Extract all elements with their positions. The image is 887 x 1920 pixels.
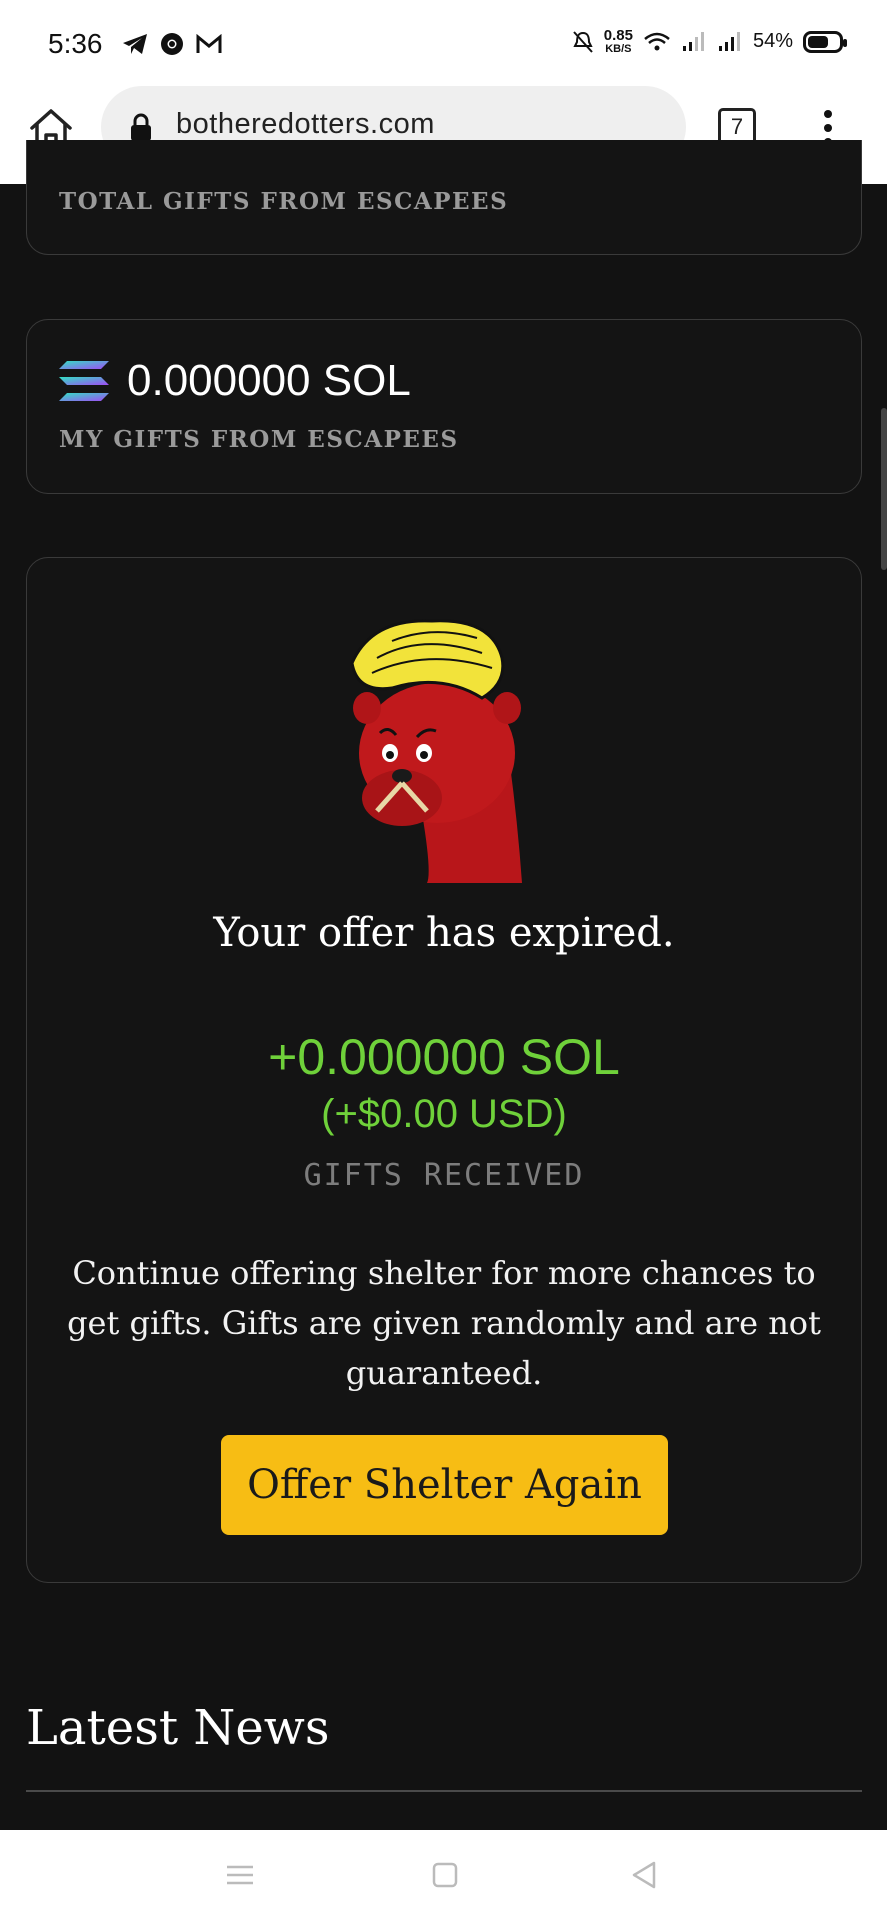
news-divider [26, 1790, 862, 1792]
battery-percent: 54% [752, 30, 793, 52]
offer-status-title: Your offer has expired. [213, 910, 675, 956]
net-speed-unit: KB/S [605, 43, 632, 55]
my-gifts-amount-row: 0.000000 SOL [57, 356, 411, 406]
back-icon[interactable] [628, 1860, 662, 1890]
chrome-icon [161, 33, 183, 55]
signal-icon-2 [718, 31, 740, 51]
gifts-received-label: GIFTS RECEIVED [303, 1158, 585, 1193]
offer-status-card: Your offer has expired. +0.000000 SOL (+… [26, 557, 862, 1583]
gmail-icon [196, 34, 222, 53]
signal-icon-1 [682, 31, 704, 51]
mute-bell-icon [573, 30, 593, 53]
status-right: 0.85 KB/S 54% [572, 28, 847, 55]
url-text: botheredotters.com [176, 108, 435, 140]
offer-shelter-again-button[interactable]: Offer Shelter Again [221, 1435, 668, 1535]
recents-menu-icon[interactable] [223, 1860, 257, 1890]
lock-icon [131, 113, 151, 141]
notification-icons [122, 32, 222, 56]
total-gifts-label: TOTAL GIFTS FROM ESCAPEES [59, 188, 509, 215]
otter-mascot-image [350, 619, 522, 883]
status-bar: 5:36 0.85 KB/S 54% [0, 0, 887, 86]
net-speed: 0.85 KB/S [604, 28, 633, 55]
gift-usd-amount: (+$0.00 USD) [321, 1092, 567, 1136]
battery-icon [803, 30, 847, 53]
my-gifts-label: MY GIFTS FROM ESCAPEES [59, 426, 459, 453]
offer-description: Continue offering shelter for more chanc… [67, 1254, 821, 1392]
latest-news-heading: Latest News [26, 1700, 330, 1756]
my-gifts-amount: 0.000000 SOL [127, 356, 411, 405]
system-nav-bar [0, 1830, 887, 1920]
telegram-icon [123, 34, 147, 54]
net-speed-value: 0.85 [603, 27, 633, 44]
my-gifts-card: 0.000000 SOL MY GIFTS FROM ESCAPEES [26, 319, 862, 494]
wifi-icon [644, 32, 670, 50]
gift-sol-amount: +0.000000 SOL [268, 1029, 620, 1085]
solana-icon [59, 361, 109, 401]
nav-home-icon[interactable] [428, 1860, 462, 1890]
page-scrollbar[interactable] [881, 408, 887, 570]
total-gifts-card: TOTAL GIFTS FROM ESCAPEES [26, 140, 862, 255]
status-time: 5:36 [48, 28, 103, 59]
